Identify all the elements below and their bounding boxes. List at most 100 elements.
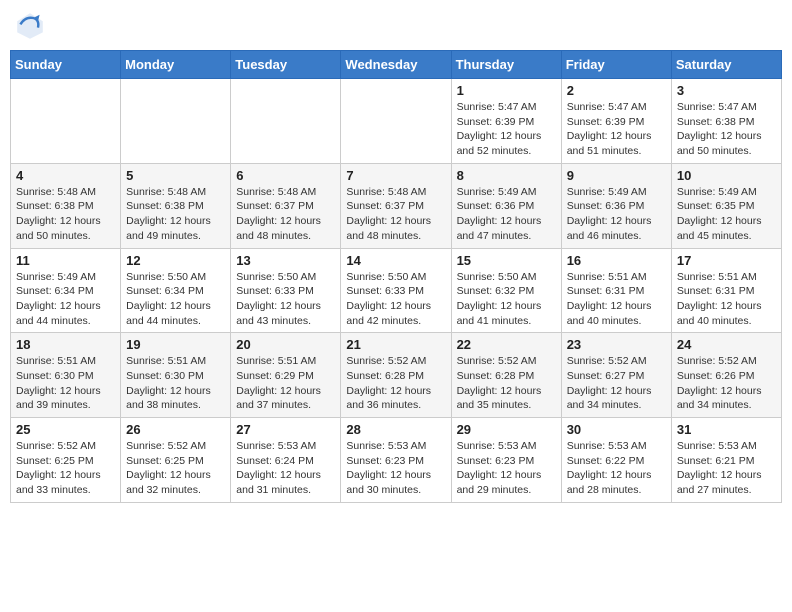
calendar-week-row: 1 Sunrise: 5:47 AM Sunset: 6:39 PM Daylig… — [11, 79, 782, 164]
day-number: 9 — [567, 168, 666, 183]
day-info: Sunrise: 5:53 AM Sunset: 6:23 PM Dayligh… — [346, 439, 445, 498]
day-of-week-header: Monday — [121, 51, 231, 79]
calendar-cell: 15Sunrise: 5:50 AM Sunset: 6:32 PM Dayli… — [451, 248, 561, 333]
calendar-cell: 5 Sunrise: 5:48 AM Sunset: 6:38 PM Daylig… — [121, 163, 231, 248]
calendar-week-row: 25 Sunrise: 5:52 AM Sunset: 6:25 PM Dayli… — [11, 418, 782, 503]
calendar-cell: 26Sunrise: 5:52 AM Sunset: 6:25 PM Dayli… — [121, 418, 231, 503]
day-info: Sunrise: 5:49 AM Sunset: 6:36 PM Dayligh… — [457, 185, 556, 244]
calendar-cell: 12 Sunrise: 5:50 AM Sunset: 6:34 PM Dayli… — [121, 248, 231, 333]
day-info: Sunrise: 5:52 AM Sunset: 6:26 PM Dayligh… — [677, 354, 776, 413]
day-number: 13 — [236, 253, 335, 268]
calendar-header-row: SundayMondayTuesdayWednesdayThursdayFrid… — [11, 51, 782, 79]
day-info: Sunrise: 5:53 AM Sunset: 6:21 PM Dayligh… — [677, 439, 776, 498]
day-info: Sunrise: 5:49 AM Sunset: 6:34 PM Dayligh… — [16, 270, 115, 329]
day-number: 6 — [236, 168, 335, 183]
calendar-cell: 6Sunrise: 5:48 AM Sunset: 6:37 PM Daylig… — [231, 163, 341, 248]
calendar-cell — [121, 79, 231, 164]
day-info: Sunrise: 5:52 AM Sunset: 6:28 PM Dayligh… — [457, 354, 556, 413]
calendar-cell: 21 Sunrise: 5:52 AM Sunset: 6:28 PM Dayli… — [341, 333, 451, 418]
day-number: 31 — [677, 422, 776, 437]
calendar-cell: 13 Sunrise: 5:50 AM Sunset: 6:33 PM Dayli… — [231, 248, 341, 333]
day-info: Sunrise: 5:53 AM Sunset: 6:22 PM Dayligh… — [567, 439, 666, 498]
calendar-cell: 25Sunrise: 5:52 AM Sunset: 6:25 PM Dayli… — [11, 418, 121, 503]
day-of-week-header: Friday — [561, 51, 671, 79]
day-info: Sunrise: 5:49 AM Sunset: 6:36 PM Dayligh… — [567, 185, 666, 244]
day-info: Sunrise: 5:51 AM Sunset: 6:29 PM Dayligh… — [236, 354, 335, 413]
day-info: Sunrise: 5:51 AM Sunset: 6:30 PM Dayligh… — [126, 354, 225, 413]
day-number: 21 — [346, 337, 445, 352]
day-number: 15 — [457, 253, 556, 268]
day-info: Sunrise: 5:50 AM Sunset: 6:34 PM Dayligh… — [126, 270, 225, 329]
day-number: 18 — [16, 337, 115, 352]
day-info: Sunrise: 5:51 AM Sunset: 6:31 PM Dayligh… — [677, 270, 776, 329]
day-number: 3 — [677, 83, 776, 98]
calendar-cell: 4 Sunrise: 5:48 AM Sunset: 6:38 PM Daylig… — [11, 163, 121, 248]
day-number: 14 — [346, 253, 445, 268]
day-number: 24 — [677, 337, 776, 352]
day-info: Sunrise: 5:53 AM Sunset: 6:23 PM Dayligh… — [457, 439, 556, 498]
day-info: Sunrise: 5:52 AM Sunset: 6:27 PM Dayligh… — [567, 354, 666, 413]
day-number: 7 — [346, 168, 445, 183]
calendar-cell — [231, 79, 341, 164]
calendar-cell: 3 Sunrise: 5:47 AM Sunset: 6:38 PM Daylig… — [671, 79, 781, 164]
day-of-week-header: Saturday — [671, 51, 781, 79]
calendar-cell: 1 Sunrise: 5:47 AM Sunset: 6:39 PM Daylig… — [451, 79, 561, 164]
day-number: 29 — [457, 422, 556, 437]
day-number: 4 — [16, 168, 115, 183]
day-of-week-header: Wednesday — [341, 51, 451, 79]
day-of-week-header: Tuesday — [231, 51, 341, 79]
calendar-cell: 14 Sunrise: 5:50 AM Sunset: 6:33 PM Dayli… — [341, 248, 451, 333]
calendar-cell: 23 Sunrise: 5:52 AM Sunset: 6:27 PM Dayli… — [561, 333, 671, 418]
calendar-cell: 2 Sunrise: 5:47 AM Sunset: 6:39 PM Daylig… — [561, 79, 671, 164]
calendar-cell: 30Sunrise: 5:53 AM Sunset: 6:22 PM Dayli… — [561, 418, 671, 503]
calendar-cell: 28 Sunrise: 5:53 AM Sunset: 6:23 PM Dayli… — [341, 418, 451, 503]
calendar-cell: 24 Sunrise: 5:52 AM Sunset: 6:26 PM Dayli… — [671, 333, 781, 418]
day-number: 20 — [236, 337, 335, 352]
page-header — [10, 10, 782, 42]
day-number: 1 — [457, 83, 556, 98]
day-number: 22 — [457, 337, 556, 352]
day-number: 12 — [126, 253, 225, 268]
day-number: 17 — [677, 253, 776, 268]
day-info: Sunrise: 5:51 AM Sunset: 6:30 PM Dayligh… — [16, 354, 115, 413]
day-info: Sunrise: 5:52 AM Sunset: 6:25 PM Dayligh… — [126, 439, 225, 498]
calendar-cell: 8 Sunrise: 5:49 AM Sunset: 6:36 PM Daylig… — [451, 163, 561, 248]
day-info: Sunrise: 5:47 AM Sunset: 6:39 PM Dayligh… — [457, 100, 556, 159]
calendar-week-row: 18 Sunrise: 5:51 AM Sunset: 6:30 PM Dayli… — [11, 333, 782, 418]
day-info: Sunrise: 5:47 AM Sunset: 6:39 PM Dayligh… — [567, 100, 666, 159]
calendar-week-row: 4 Sunrise: 5:48 AM Sunset: 6:38 PM Daylig… — [11, 163, 782, 248]
day-of-week-header: Thursday — [451, 51, 561, 79]
day-of-week-header: Sunday — [11, 51, 121, 79]
calendar-cell: 7Sunrise: 5:48 AM Sunset: 6:37 PM Daylig… — [341, 163, 451, 248]
day-number: 11 — [16, 253, 115, 268]
day-info: Sunrise: 5:48 AM Sunset: 6:38 PM Dayligh… — [16, 185, 115, 244]
day-number: 28 — [346, 422, 445, 437]
calendar-cell: 31 Sunrise: 5:53 AM Sunset: 6:21 PM Dayli… — [671, 418, 781, 503]
day-number: 25 — [16, 422, 115, 437]
calendar-cell: 27 Sunrise: 5:53 AM Sunset: 6:24 PM Dayli… — [231, 418, 341, 503]
day-number: 10 — [677, 168, 776, 183]
day-info: Sunrise: 5:50 AM Sunset: 6:33 PM Dayligh… — [236, 270, 335, 329]
calendar-table: SundayMondayTuesdayWednesdayThursdayFrid… — [10, 50, 782, 503]
calendar-cell: 16 Sunrise: 5:51 AM Sunset: 6:31 PM Dayli… — [561, 248, 671, 333]
day-number: 2 — [567, 83, 666, 98]
day-number: 8 — [457, 168, 556, 183]
day-info: Sunrise: 5:51 AM Sunset: 6:31 PM Dayligh… — [567, 270, 666, 329]
logo — [14, 10, 50, 42]
calendar-cell: 29 Sunrise: 5:53 AM Sunset: 6:23 PM Dayli… — [451, 418, 561, 503]
day-number: 27 — [236, 422, 335, 437]
day-number: 16 — [567, 253, 666, 268]
calendar-cell: 19Sunrise: 5:51 AM Sunset: 6:30 PM Dayli… — [121, 333, 231, 418]
day-info: Sunrise: 5:48 AM Sunset: 6:38 PM Dayligh… — [126, 185, 225, 244]
calendar-cell: 18 Sunrise: 5:51 AM Sunset: 6:30 PM Dayli… — [11, 333, 121, 418]
logo-icon — [14, 10, 46, 42]
day-info: Sunrise: 5:49 AM Sunset: 6:35 PM Dayligh… — [677, 185, 776, 244]
calendar-cell — [11, 79, 121, 164]
day-number: 23 — [567, 337, 666, 352]
day-info: Sunrise: 5:47 AM Sunset: 6:38 PM Dayligh… — [677, 100, 776, 159]
day-number: 5 — [126, 168, 225, 183]
day-info: Sunrise: 5:52 AM Sunset: 6:28 PM Dayligh… — [346, 354, 445, 413]
day-info: Sunrise: 5:50 AM Sunset: 6:33 PM Dayligh… — [346, 270, 445, 329]
calendar-week-row: 11 Sunrise: 5:49 AM Sunset: 6:34 PM Dayli… — [11, 248, 782, 333]
day-info: Sunrise: 5:53 AM Sunset: 6:24 PM Dayligh… — [236, 439, 335, 498]
